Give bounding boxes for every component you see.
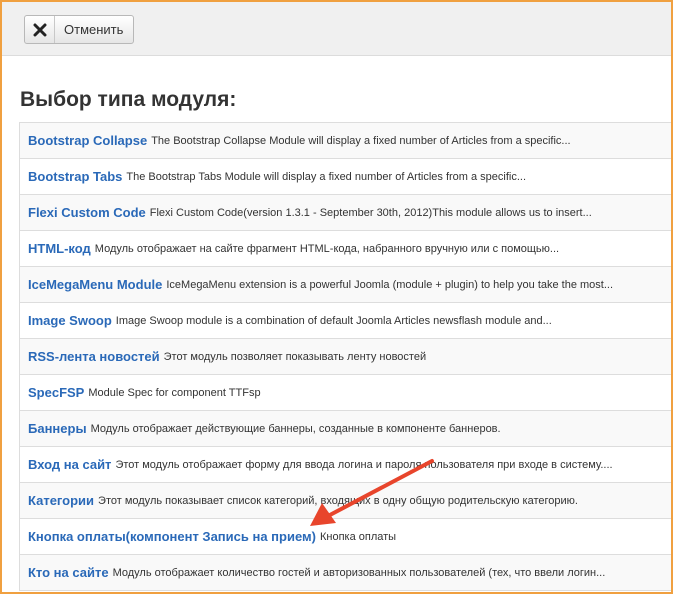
module-description: Flexi Custom Code(version 1.3.1 - Septem…	[149, 206, 592, 219]
module-description: Модуль отображает на сайте фрагмент HTML…	[94, 242, 560, 255]
module-row[interactable]: IceMegaMenu Module IceMegaMenu extension …	[19, 267, 671, 303]
module-description: IceMegaMenu extension is a powerful Joom…	[166, 278, 614, 291]
module-name-link[interactable]: Flexi Custom Code	[28, 205, 146, 220]
window-frame: Отменить Выбор типа модуля: Bootstrap Co…	[0, 0, 673, 594]
module-name-link[interactable]: Вход на сайт	[28, 457, 111, 472]
page-title: Выбор типа модуля:	[20, 88, 237, 111]
module-name-link[interactable]: Image Swoop	[28, 313, 112, 328]
module-row[interactable]: Bootstrap Tabs The Bootstrap Tabs Module …	[19, 159, 671, 195]
module-row[interactable]: Flexi Custom Code Flexi Custom Code(versi…	[19, 195, 671, 231]
module-description: Module Spec for component TTFsp	[88, 386, 261, 399]
cancel-button-label: Отменить	[64, 22, 124, 37]
module-name-link[interactable]: Категории	[28, 493, 94, 508]
module-row[interactable]: SpecFSP Module Spec for component TTFsp	[19, 375, 671, 411]
module-type-list: Bootstrap Collapse The Bootstrap Collapse…	[19, 122, 671, 591]
module-name-link[interactable]: HTML-код	[28, 241, 91, 256]
module-row[interactable]: Кнопка оплаты(компонент Запись на прием)…	[19, 519, 671, 555]
module-row[interactable]: Image Swoop Image Swoop module is a combi…	[19, 303, 671, 339]
module-row[interactable]: RSS-лента новостей Этот модуль позволяет …	[19, 339, 671, 375]
module-name-link[interactable]: Кнопка оплаты(компонент Запись на прием)	[28, 529, 316, 544]
module-row[interactable]: Bootstrap Collapse The Bootstrap Collapse…	[19, 123, 671, 159]
cancel-button[interactable]: Отменить	[24, 15, 134, 44]
module-name-link[interactable]: Bootstrap Tabs	[28, 169, 122, 184]
module-name-link[interactable]: Баннеры	[28, 421, 87, 436]
module-description: The Bootstrap Tabs Module will display a…	[126, 170, 527, 183]
module-description: Этот модуль отображает форму для ввода л…	[115, 458, 613, 471]
toolbar: Отменить	[2, 2, 671, 56]
module-name-link[interactable]: SpecFSP	[28, 385, 84, 400]
close-icon	[25, 16, 55, 43]
module-row[interactable]: Категории Этот модуль показывает список к…	[19, 483, 671, 519]
module-description: Кнопка оплаты	[319, 530, 397, 543]
module-row[interactable]: Кто на сайте Модуль отображает количество…	[19, 555, 671, 591]
module-name-link[interactable]: RSS-лента новостей	[28, 349, 160, 364]
module-name-link[interactable]: Кто на сайте	[28, 565, 109, 580]
module-description: Этот модуль показывает список категорий,…	[98, 494, 578, 507]
module-row[interactable]: Баннеры Модуль отображает действующие бан…	[19, 411, 671, 447]
module-row[interactable]: HTML-код Модуль отображает на сайте фрагм…	[19, 231, 671, 267]
module-name-link[interactable]: Bootstrap Collapse	[28, 133, 147, 148]
module-description: Модуль отображает количество гостей и ав…	[112, 566, 606, 579]
module-description: The Bootstrap Collapse Module will displ…	[151, 134, 571, 147]
module-description: Модуль отображает действующие баннеры, с…	[90, 422, 501, 435]
module-name-link[interactable]: IceMegaMenu Module	[28, 277, 162, 292]
module-description: Этот модуль позволяет показывать ленту н…	[163, 350, 427, 363]
module-description: Image Swoop module is a combination of d…	[115, 314, 552, 327]
module-row[interactable]: Вход на сайт Этот модуль отображает форму…	[19, 447, 671, 483]
